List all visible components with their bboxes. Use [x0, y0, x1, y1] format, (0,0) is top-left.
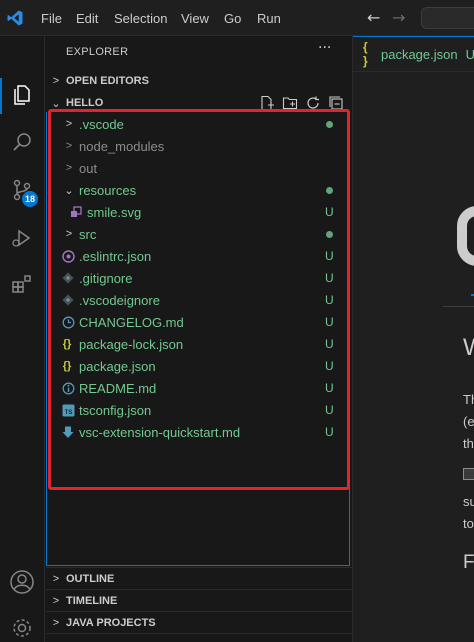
title-bar: File Edit Selection View Go Run ← →: [0, 0, 474, 36]
forward-arrow-icon[interactable]: →: [392, 8, 405, 27]
preview-line: th: [463, 436, 474, 451]
annotation-highlight-box: [48, 109, 350, 490]
settings-gear-icon[interactable]: [8, 614, 36, 642]
chevron-down-icon: ⌄: [51, 97, 61, 110]
scm-badge: 18: [22, 191, 38, 207]
menu-view[interactable]: View: [181, 0, 209, 36]
section-java-projects[interactable]: > JAVA PROJECTS: [46, 611, 352, 633]
markdown-preview: W Th (e th su to Fe: [353, 72, 474, 642]
account-icon[interactable]: [8, 568, 36, 596]
section-outline-label: OUTLINE: [66, 572, 115, 585]
menu-edit-label: Edit: [76, 10, 99, 26]
menu-selection-label: Selection: [114, 10, 168, 26]
chevron-right-icon: >: [52, 616, 60, 629]
preview-subheading: Fe: [463, 552, 474, 573]
preview-line: su: [463, 494, 474, 509]
menu-view-label: View: [181, 10, 209, 26]
tab-package-json[interactable]: { } package.json U: [353, 36, 474, 71]
search-icon[interactable]: [8, 128, 36, 156]
menu-file-label: File: [41, 10, 62, 26]
section-hello-label: HELLO: [66, 97, 104, 109]
menu-file[interactable]: File: [41, 0, 62, 36]
section-timeline-label: TIMELINE: [66, 594, 118, 607]
command-center-search[interactable]: [421, 7, 474, 29]
menu-run[interactable]: Run: [257, 0, 281, 36]
menu-edit[interactable]: Edit: [76, 0, 98, 36]
explorer-title: EXPLORER: [66, 46, 129, 58]
section-cut-off: [46, 633, 352, 642]
section-open-editors-label: OPEN EDITORS: [66, 75, 149, 87]
menu-go[interactable]: Go: [224, 0, 241, 36]
more-actions-icon[interactable]: ···: [318, 40, 331, 56]
chevron-right-icon: >: [52, 572, 60, 585]
activity-bar: 18: [0, 36, 45, 642]
section-open-editors[interactable]: > OPEN EDITORS: [46, 70, 352, 92]
menu-run-label: Run: [257, 10, 281, 26]
explorer-icon[interactable]: [8, 81, 36, 109]
active-indicator: [0, 78, 2, 114]
section-java-projects-label: JAVA PROJECTS: [66, 616, 156, 629]
section-outline[interactable]: > OUTLINE: [46, 567, 352, 589]
tab-status: U: [465, 46, 474, 62]
broken-image-icon: [463, 468, 474, 480]
extensions-icon[interactable]: [8, 270, 36, 298]
editor-area: { } package.json U W Th (e th su to Fe: [352, 36, 474, 642]
vscode-logo-icon: [7, 10, 23, 26]
preview-heading: W: [463, 334, 474, 362]
preview-logo: [457, 206, 474, 266]
json-braces-icon: { }: [363, 40, 368, 68]
run-debug-icon[interactable]: [8, 224, 36, 252]
chevron-right-icon: >: [52, 75, 60, 87]
back-arrow-icon[interactable]: ←: [367, 8, 380, 27]
preview-line: (e: [463, 414, 474, 429]
preview-line: to: [463, 516, 474, 531]
menu-selection[interactable]: Selection: [114, 0, 167, 36]
section-timeline[interactable]: > TIMELINE: [46, 589, 352, 611]
chevron-right-icon: >: [52, 594, 60, 607]
menu-go-label: Go: [224, 10, 242, 26]
tab-label: package.json: [380, 46, 458, 62]
preview-rule: [443, 306, 474, 307]
preview-line: Th: [463, 392, 474, 407]
